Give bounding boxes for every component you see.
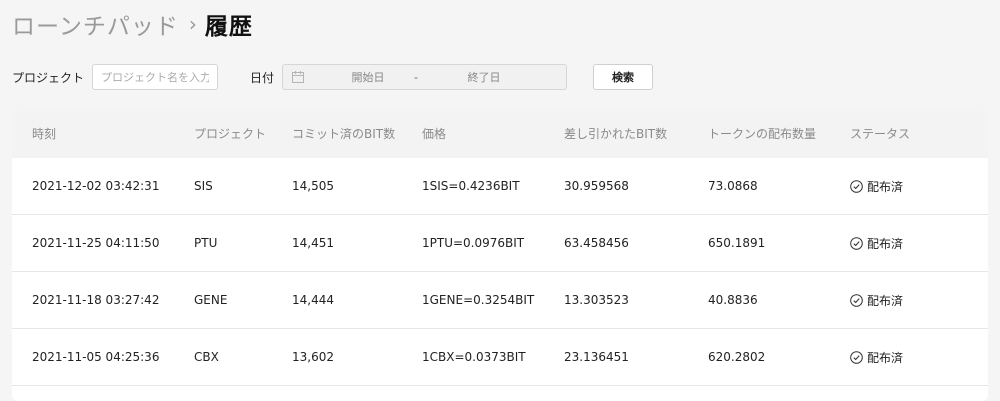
cell-time: 2021-11-05 04:25:36	[32, 350, 160, 364]
page-title: 履歴	[204, 14, 253, 40]
table-row: 2021-11-05 04:25:36 CBX 13,602 1CBX=0.03…	[12, 329, 988, 386]
cell-deducted: 63.458456	[564, 236, 629, 250]
status-label: 配布済	[867, 351, 904, 365]
table-row: 2021-11-18 03:27:42 GENE 14,444 1GENE=0.…	[12, 272, 988, 329]
cell-price: 1PTU=0.0976BIT	[422, 236, 525, 250]
cell-distributed: 73.0868	[708, 179, 758, 193]
cell-project: PTU	[194, 236, 218, 250]
history-table: 時刻 プロジェクト コミット済のBIT数 価格 差し引かれたBIT数 トークンの…	[12, 111, 988, 401]
project-search-input[interactable]	[92, 64, 219, 90]
date-end-field[interactable]: 終了日	[459, 69, 509, 85]
column-header-deducted-bit: 差し引かれたBIT数	[564, 127, 668, 141]
check-circle-icon	[850, 237, 863, 250]
project-filter-label: プロジェクト	[12, 70, 85, 85]
check-circle-icon	[850, 180, 863, 193]
status-label: 配布済	[867, 237, 904, 251]
cell-deducted: 23.136451	[564, 350, 629, 364]
cell-project: GENE	[194, 293, 228, 307]
date-range-picker[interactable]: 開始日 - 終了日	[282, 64, 568, 90]
date-range-separator: -	[414, 70, 419, 84]
table-row: 2021-12-02 03:42:31 SIS 14,505 1SIS=0.42…	[12, 158, 988, 215]
column-header-status: ステータス	[850, 127, 911, 141]
status-label: 配布済	[867, 294, 904, 308]
cell-time: 2021-11-18 03:27:42	[32, 293, 160, 307]
table-row: 2021-11-25 04:11:50 PTU 14,451 1PTU=0.09…	[12, 215, 988, 272]
cell-distributed: 620.2802	[708, 350, 766, 364]
cell-deducted: 13.303523	[564, 293, 629, 307]
calendar-icon	[292, 71, 305, 83]
cell-project: CBX	[194, 350, 219, 364]
column-header-project: プロジェクト	[194, 127, 267, 141]
date-start-field[interactable]: 開始日	[343, 69, 393, 85]
cell-price: 1SIS=0.4236BIT	[422, 179, 520, 193]
cell-time: 2021-11-25 04:11:50	[32, 236, 160, 250]
search-button[interactable]: 検索	[593, 64, 654, 90]
cell-project: SIS	[194, 179, 213, 193]
cell-deducted: 30.959568	[564, 179, 629, 193]
cell-committed: 14,451	[292, 236, 334, 250]
column-header-time: 時刻	[32, 127, 57, 141]
cell-price: 1GENE=0.3254BIT	[422, 293, 535, 307]
status-badge: 配布済	[850, 215, 903, 272]
chevron-right-icon: ›	[188, 12, 197, 36]
breadcrumb-launchpad-link[interactable]: ローンチパッド	[12, 7, 179, 41]
cell-committed: 13,602	[292, 350, 334, 364]
date-filter-label: 日付	[250, 70, 275, 85]
column-header-token-distribution: トークンの配布数量	[708, 127, 817, 141]
column-header-price: 価格	[422, 127, 447, 141]
cell-time: 2021-12-02 03:42:31	[32, 179, 160, 193]
check-circle-icon	[850, 294, 863, 307]
filter-bar: プロジェクト 日付 開始日 - 終了日 検索	[12, 64, 654, 90]
status-badge: 配布済	[850, 329, 903, 386]
cell-committed: 14,444	[292, 293, 334, 307]
check-circle-icon	[850, 351, 863, 364]
table-body: 2021-12-02 03:42:31 SIS 14,505 1SIS=0.42…	[12, 158, 988, 386]
status-badge: 配布済	[850, 272, 903, 329]
table-header: 時刻 プロジェクト コミット済のBIT数 価格 差し引かれたBIT数 トークンの…	[12, 111, 988, 158]
breadcrumb: ローンチパッド › 履歴	[12, 6, 253, 42]
cell-committed: 14,505	[292, 179, 334, 193]
cell-price: 1CBX=0.0373BIT	[422, 350, 526, 364]
status-badge: 配布済	[850, 158, 903, 215]
column-header-committed-bit: コミット済のBIT数	[292, 127, 396, 141]
status-label: 配布済	[867, 180, 904, 194]
cell-distributed: 650.1891	[708, 236, 766, 250]
cell-distributed: 40.8836	[708, 293, 758, 307]
